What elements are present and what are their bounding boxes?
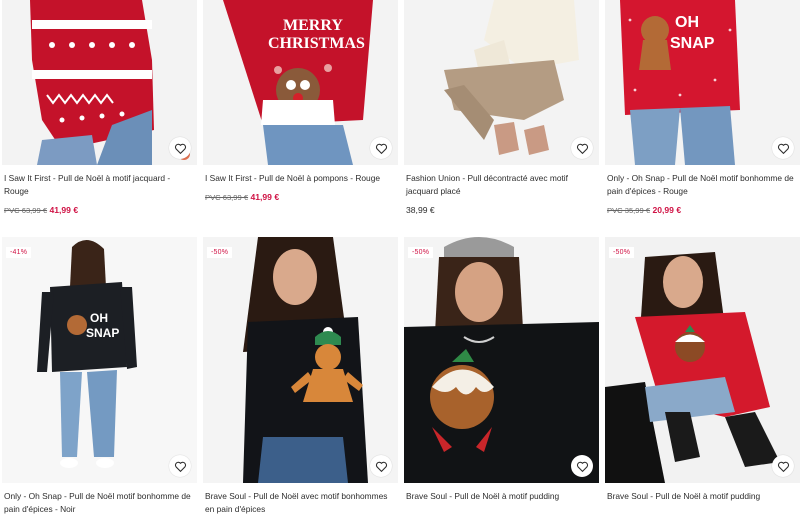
product-image[interactable]: -50% [404,237,599,483]
save-for-later-button[interactable] [571,137,593,159]
product-price: PVC 63,99 € 41,99 € [205,192,398,202]
product-photo [203,237,398,483]
product-grid: I Saw It First - Pull de Noël à motif ja… [0,0,800,522]
product-title[interactable]: Brave Soul - Pull de Noël à motif puddin… [607,490,799,503]
product-title[interactable]: I Saw It First - Pull de Noël à pompons … [205,172,397,185]
product-price: PVC 63,99 € 41,99 € [4,205,197,215]
product-image[interactable]: OH SNAP [605,0,800,165]
product-title[interactable]: I Saw It First - Pull de Noël à motif ja… [4,172,196,198]
product-image[interactable] [404,0,599,165]
product-card[interactable]: I Saw It First - Pull de Noël à motif ja… [2,0,197,215]
product-photo [605,237,800,483]
product-card[interactable]: MERRY CHRISTMAS I Saw It First - Pull de… [203,0,398,202]
previous-price: PVC 63,99 € [4,206,48,215]
save-for-later-button[interactable] [571,455,593,477]
product-image[interactable]: MERRY CHRISTMAS [203,0,398,165]
product-card[interactable]: Fashion Union - Pull décontracté avec mo… [404,0,599,215]
svg-text:OH: OH [675,14,699,31]
save-for-later-button[interactable] [772,137,794,159]
save-for-later-button[interactable] [772,455,794,477]
product-image[interactable]: OH SNAP -41% [2,237,197,483]
heart-icon [777,143,789,154]
discount-badge: -50% [609,247,635,258]
product-title[interactable]: Brave Soul - Pull de Noël avec motif bon… [205,490,397,516]
product-price: 38,99 € [406,205,599,215]
svg-text:SNAP: SNAP [86,326,119,340]
product-image[interactable] [2,0,197,165]
heart-icon [375,143,387,154]
discount-badge: -41% [6,247,32,258]
svg-text:MERRY: MERRY [283,17,343,34]
product-title[interactable]: Only - Oh Snap - Pull de Noël motif bonh… [4,490,196,516]
product-card[interactable]: -50% Brave Soul - Pull de Noël à motif p… [605,237,800,503]
product-photo [2,0,197,165]
product-photo [404,237,599,483]
product-price: PVC 35,99 € 20,99 € [607,205,800,215]
discount-badge: -50% [207,247,233,258]
save-for-later-button[interactable] [169,455,191,477]
product-image[interactable]: -50% [605,237,800,483]
product-photo [404,0,599,165]
previous-price: PVC 35,99 € [607,206,651,215]
svg-text:CHRISTMAS: CHRISTMAS [268,35,365,52]
product-title[interactable]: Brave Soul - Pull de Noël à motif puddin… [406,490,598,503]
heart-icon [174,143,186,154]
product-title[interactable]: Only - Oh Snap - Pull de Noël motif bonh… [607,172,799,198]
save-for-later-button[interactable] [169,137,191,159]
save-for-later-button[interactable] [370,455,392,477]
heart-icon [375,461,387,472]
product-card[interactable]: -50% Brave Soul - Pull de Noël avec moti… [203,237,398,516]
heart-icon [174,461,186,472]
save-for-later-button[interactable] [370,137,392,159]
sale-price: 41,99 € [250,192,280,202]
sale-price: 20,99 € [652,205,682,215]
product-card[interactable]: OH SNAP -41% Only - Oh Snap - Pull de No… [2,237,197,516]
heart-icon [576,143,588,154]
heart-icon [576,461,588,472]
product-card[interactable]: OH SNAP Only - Oh Snap - Pull de Noël mo… [605,0,800,215]
heart-icon [777,461,789,472]
product-photo: MERRY CHRISTMAS [203,0,398,165]
previous-price: PVC 63,99 € [205,193,249,202]
sale-price: 41,99 € [49,205,79,215]
svg-text:SNAP: SNAP [670,35,715,52]
discount-badge: -50% [408,247,434,258]
price: 38,99 € [406,205,435,215]
product-photo: OH SNAP [605,0,800,165]
svg-text:OH: OH [90,311,108,325]
product-image[interactable]: -50% [203,237,398,483]
product-title[interactable]: Fashion Union - Pull décontracté avec mo… [406,172,598,198]
product-photo: OH SNAP [2,237,197,483]
product-card[interactable]: -50% Brave Soul - Pull de Noël à motif p… [404,237,599,503]
